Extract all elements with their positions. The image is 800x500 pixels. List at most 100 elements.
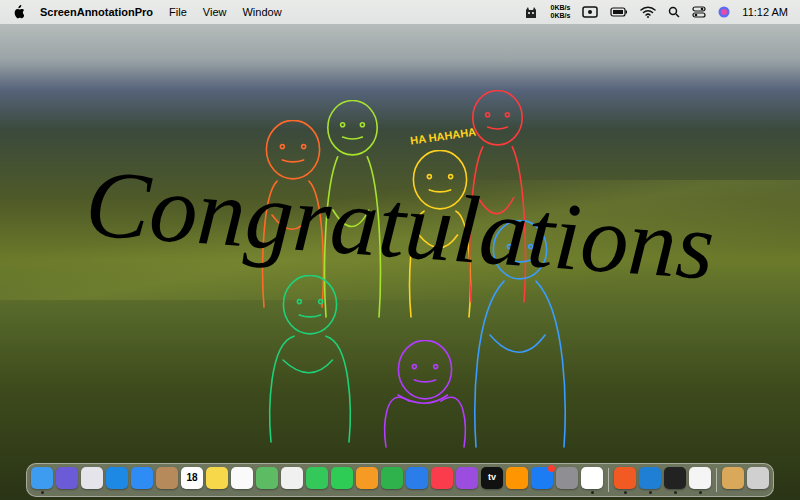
dock-item[interactable]	[689, 467, 711, 494]
dock: 18 tv	[26, 463, 774, 497]
cat-icon[interactable]	[524, 5, 538, 19]
running-dot	[591, 491, 594, 494]
dock-item[interactable]	[664, 467, 686, 494]
menu-item[interactable]: File	[169, 4, 187, 21]
app-icon[interactable]	[556, 467, 578, 489]
running-dot	[699, 491, 702, 494]
running-dot	[241, 491, 244, 494]
dock-item[interactable]	[381, 467, 403, 494]
doodle-figure	[380, 340, 470, 450]
menu-item[interactable]: Window	[242, 4, 281, 21]
app-icon[interactable]	[256, 467, 278, 489]
dock-item[interactable]	[231, 467, 253, 494]
doodle-figure	[265, 275, 355, 445]
dock-item[interactable]	[456, 467, 478, 494]
app-icon[interactable]	[206, 467, 228, 489]
running-dot	[266, 491, 269, 494]
dock-item[interactable]	[206, 467, 228, 494]
running-dot	[624, 491, 627, 494]
control-center-icon[interactable]	[692, 6, 706, 18]
dock-separator	[608, 468, 609, 492]
app-icon[interactable]	[356, 467, 378, 489]
wifi-icon[interactable]	[640, 6, 656, 18]
siri-icon[interactable]	[718, 6, 730, 18]
app-icon[interactable]	[722, 467, 744, 489]
app-icon[interactable]	[506, 467, 528, 489]
dock-item[interactable]	[131, 467, 153, 494]
dock-item[interactable]	[722, 467, 744, 494]
app-icon[interactable]	[639, 467, 661, 489]
network-meter: 0KB/s0KB/s	[550, 4, 570, 20]
apple-icon[interactable]	[12, 5, 24, 19]
menu-bar: ScreenAnnotationPro File View Window 0KB/s0K…	[0, 0, 800, 24]
running-dot	[649, 491, 652, 494]
app-icon[interactable]	[106, 467, 128, 489]
dock-item[interactable]	[306, 467, 328, 494]
app-icon[interactable]	[156, 467, 178, 489]
app-icon[interactable]	[581, 467, 603, 489]
dock-item[interactable]	[156, 467, 178, 494]
app-icon[interactable]	[56, 467, 78, 489]
dock-item[interactable]	[256, 467, 278, 494]
running-dot	[141, 491, 144, 494]
dock-item[interactable]	[31, 467, 53, 494]
dock-item[interactable]	[531, 467, 553, 494]
dock-item[interactable]	[81, 467, 103, 494]
running-dot	[757, 491, 760, 494]
dock-item[interactable]	[614, 467, 636, 494]
app-icon[interactable]	[331, 467, 353, 489]
dock-item[interactable]	[747, 467, 769, 494]
app-icon[interactable]: 18	[181, 467, 203, 489]
search-icon[interactable]	[668, 6, 680, 18]
dock-item[interactable]: 18	[181, 467, 203, 494]
app-icon[interactable]	[614, 467, 636, 489]
running-dot	[91, 491, 94, 494]
app-icon[interactable]	[131, 467, 153, 489]
dock-item[interactable]	[406, 467, 428, 494]
app-icon[interactable]	[664, 467, 686, 489]
dock-item[interactable]	[639, 467, 661, 494]
app-icon[interactable]	[406, 467, 428, 489]
dock-item[interactable]	[356, 467, 378, 494]
network-up: 0KB/s	[550, 4, 570, 12]
running-dot	[491, 491, 494, 494]
running-dot	[732, 491, 735, 494]
dock-item[interactable]	[556, 467, 578, 494]
dock-item[interactable]	[56, 467, 78, 494]
dock-item[interactable]	[581, 467, 603, 494]
status-area: 0KB/s0KB/s 11:12 AM	[524, 4, 788, 21]
running-dot	[166, 491, 169, 494]
running-dot	[66, 491, 69, 494]
app-icon-label: 18	[186, 470, 197, 485]
dock-item[interactable]	[506, 467, 528, 494]
app-icon[interactable]	[381, 467, 403, 489]
running-dot	[41, 491, 44, 494]
running-dot	[366, 491, 369, 494]
dock-area: 18 tv	[0, 463, 800, 497]
app-icon[interactable]	[31, 467, 53, 489]
menu-item[interactable]: View	[203, 4, 227, 21]
running-dot	[216, 491, 219, 494]
app-icon[interactable]	[431, 467, 453, 489]
app-icon[interactable]	[689, 467, 711, 489]
app-icon[interactable]	[231, 467, 253, 489]
screen-record-icon[interactable]	[582, 6, 598, 18]
running-dot	[674, 491, 677, 494]
app-menu[interactable]: ScreenAnnotationPro	[40, 4, 153, 21]
app-icon[interactable]	[306, 467, 328, 489]
dock-item[interactable]	[431, 467, 453, 494]
app-icon[interactable]	[81, 467, 103, 489]
app-icon[interactable]	[281, 467, 303, 489]
app-icon[interactable]: tv	[481, 467, 503, 489]
dock-item[interactable]: tv	[481, 467, 503, 494]
running-dot	[291, 491, 294, 494]
dock-item[interactable]	[331, 467, 353, 494]
app-icon[interactable]	[456, 467, 478, 489]
network-down: 0KB/s	[550, 12, 570, 20]
dock-item[interactable]	[106, 467, 128, 494]
dock-item[interactable]	[281, 467, 303, 494]
desktop: ScreenAnnotationPro File View Window 0KB/s0K…	[0, 0, 800, 500]
running-dot	[191, 491, 194, 494]
clock[interactable]: 11:12 AM	[742, 4, 788, 21]
app-icon[interactable]	[747, 467, 769, 489]
